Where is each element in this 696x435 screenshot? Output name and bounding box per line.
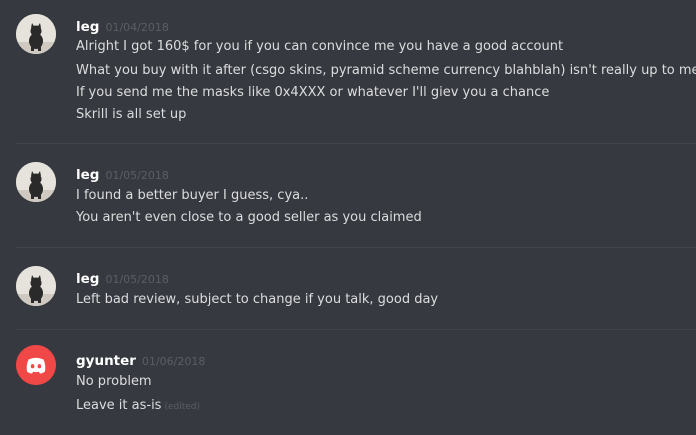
message-text: Skrill is all set up: [76, 107, 187, 122]
username[interactable]: gyunter: [76, 353, 136, 369]
message-text-edited: Leave it as-is (edited): [76, 396, 200, 417]
timestamp: 01/06/2018: [141, 355, 206, 368]
message-text: Alright I got 160$ for you if you can co…: [76, 39, 564, 54]
message-text: No problem: [76, 374, 152, 389]
message-text: What you buy with it after (csgo skins, …: [76, 63, 696, 78]
timestamp: 01/05/2018: [105, 169, 169, 182]
message-text: Left bad review, subject to change if yo…: [76, 292, 439, 307]
username[interactable]: leg: [76, 19, 99, 35]
username[interactable]: leg: [76, 167, 99, 183]
message-divider: [16, 247, 696, 248]
cat-photo-avatar[interactable]: [16, 162, 56, 202]
message-divider: [16, 329, 696, 330]
message-text: Leave it as-is: [76, 398, 162, 413]
message-text: You aren't even close to a good seller a…: [76, 210, 422, 225]
chat-messages: leg 01/04/2018 Alright I got 160$ for you…: [0, 0, 696, 435]
cat-photo-avatar[interactable]: [16, 14, 56, 54]
timestamp: 01/05/2018: [105, 273, 169, 286]
timestamp: 01/04/2018: [105, 21, 169, 34]
edited-label: (edited): [164, 402, 201, 412]
discord-default-avatar[interactable]: [16, 345, 56, 385]
cat-photo-avatar[interactable]: [16, 266, 56, 306]
message-text: If you send me the masks like 0x4XXX or …: [76, 85, 550, 100]
message-divider: [16, 143, 696, 144]
message-text: I found a better buyer I guess, cya..: [76, 188, 309, 203]
username[interactable]: leg: [76, 271, 99, 287]
